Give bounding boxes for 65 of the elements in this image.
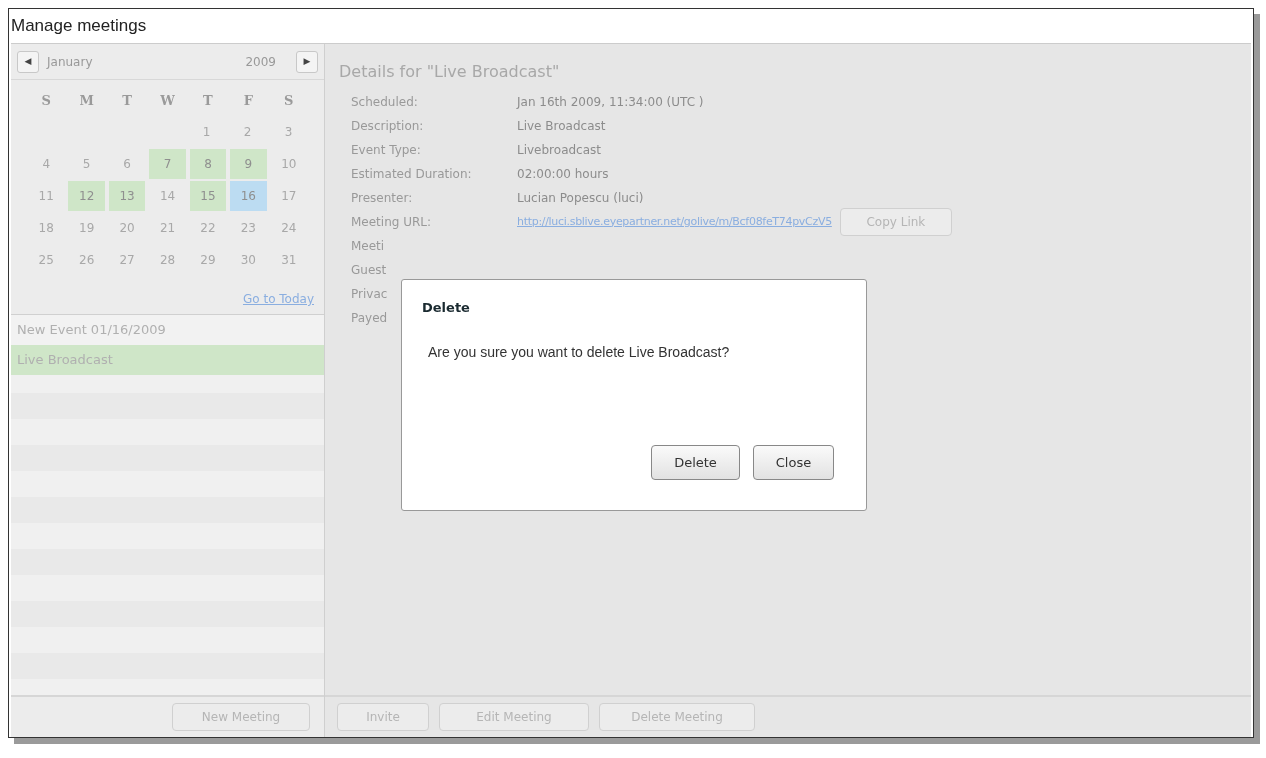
details-title: Details for "Live Broadcast" bbox=[339, 61, 561, 83]
field-value: Live Broadcast bbox=[517, 118, 606, 135]
calendar-day[interactable]: 10 bbox=[270, 149, 307, 179]
calendar-day[interactable]: 30 bbox=[230, 245, 267, 275]
calendar-day[interactable]: 23 bbox=[230, 213, 267, 243]
go-to-today-link[interactable]: Go to Today bbox=[242, 290, 314, 308]
field-value: Livebroadcast bbox=[517, 142, 601, 159]
calendar-day[interactable]: 11 bbox=[28, 181, 65, 211]
field-value: 02:00:00 hours bbox=[517, 166, 609, 183]
calendar-day[interactable]: 14 bbox=[149, 181, 186, 211]
weekday-label: S bbox=[283, 92, 295, 111]
calendar-day[interactable]: 13 bbox=[108, 181, 146, 211]
field-label: Privac bbox=[351, 286, 388, 303]
field-label: Estimated Duration: bbox=[351, 166, 473, 183]
field-label: Presenter: bbox=[351, 190, 414, 207]
next-month-button[interactable]: ▶ bbox=[296, 50, 318, 73]
weekday-label: F bbox=[242, 92, 254, 111]
calendar-day[interactable]: 26 bbox=[68, 245, 105, 275]
calendar-day[interactable]: 5 bbox=[68, 149, 105, 179]
month-label: January bbox=[47, 53, 94, 71]
field-label: Payed bbox=[351, 310, 388, 327]
calendar-day[interactable]: 3 bbox=[270, 117, 307, 147]
calendar-day[interactable]: 31 bbox=[270, 245, 307, 275]
dialog-button[interactable]: Delete bbox=[651, 445, 740, 480]
weekday-label: S bbox=[40, 92, 52, 111]
dialog-message: Are you sure you want to delete Live Broadcast? bbox=[428, 342, 731, 362]
year-label: 2009 bbox=[245, 53, 276, 71]
field-label: Description: bbox=[351, 118, 425, 135]
calendar-day[interactable]: 12 bbox=[68, 181, 105, 211]
calendar-day[interactable]: 25 bbox=[28, 245, 65, 275]
calendar-day[interactable]: 20 bbox=[108, 213, 146, 243]
calendar-day[interactable]: 28 bbox=[149, 245, 186, 275]
calendar-day[interactable]: 2 bbox=[229, 117, 266, 147]
calendar-day[interactable]: 21 bbox=[149, 213, 186, 243]
calendar-day[interactable]: 24 bbox=[270, 213, 307, 243]
calendar-day[interactable]: 18 bbox=[28, 213, 65, 243]
previous-month-button[interactable]: ◀ bbox=[17, 50, 39, 73]
field-value: Jan 16th 2009, 11:34:00 (UTC ) bbox=[517, 94, 704, 111]
calendar-day[interactable]: 8 bbox=[189, 149, 227, 179]
meeting-url-link[interactable]: http://luci.sblive.eyepartner.net/golive/m/Bcf08feT74pvCzV5 bbox=[517, 213, 832, 231]
dialog-button[interactable]: Close bbox=[753, 445, 834, 480]
calendar-day[interactable]: 15 bbox=[189, 181, 227, 211]
dialog-title: Delete bbox=[422, 299, 471, 317]
weekday-label: T bbox=[202, 92, 214, 111]
weekday-label: M bbox=[78, 92, 95, 111]
calendar-day[interactable]: 9 bbox=[230, 149, 267, 179]
window-title: Manage meetings bbox=[10, 15, 148, 38]
calendar-day[interactable]: 29 bbox=[189, 245, 227, 275]
field-label: Meeting URL: bbox=[351, 214, 433, 231]
field-label: Event Type: bbox=[351, 142, 422, 159]
calendar-day[interactable]: 7 bbox=[149, 149, 186, 179]
calendar-day[interactable]: 1 bbox=[188, 117, 225, 147]
calendar-day[interactable]: 19 bbox=[68, 213, 105, 243]
calendar-day[interactable]: 16 bbox=[230, 181, 267, 211]
field-label: Scheduled: bbox=[351, 94, 419, 111]
calendar-day[interactable]: 27 bbox=[108, 245, 146, 275]
weekday-label: T bbox=[121, 92, 133, 111]
calendar-day[interactable]: 22 bbox=[189, 213, 227, 243]
weekday-label: W bbox=[159, 92, 176, 111]
field-value: Lucian Popescu (luci) bbox=[517, 190, 644, 207]
calendar-day[interactable]: 6 bbox=[108, 149, 146, 179]
calendar-day[interactable]: 17 bbox=[270, 181, 307, 211]
field-label: Meeti bbox=[351, 238, 385, 255]
calendar-day[interactable]: 4 bbox=[28, 149, 65, 179]
field-label: Guest bbox=[351, 262, 387, 279]
